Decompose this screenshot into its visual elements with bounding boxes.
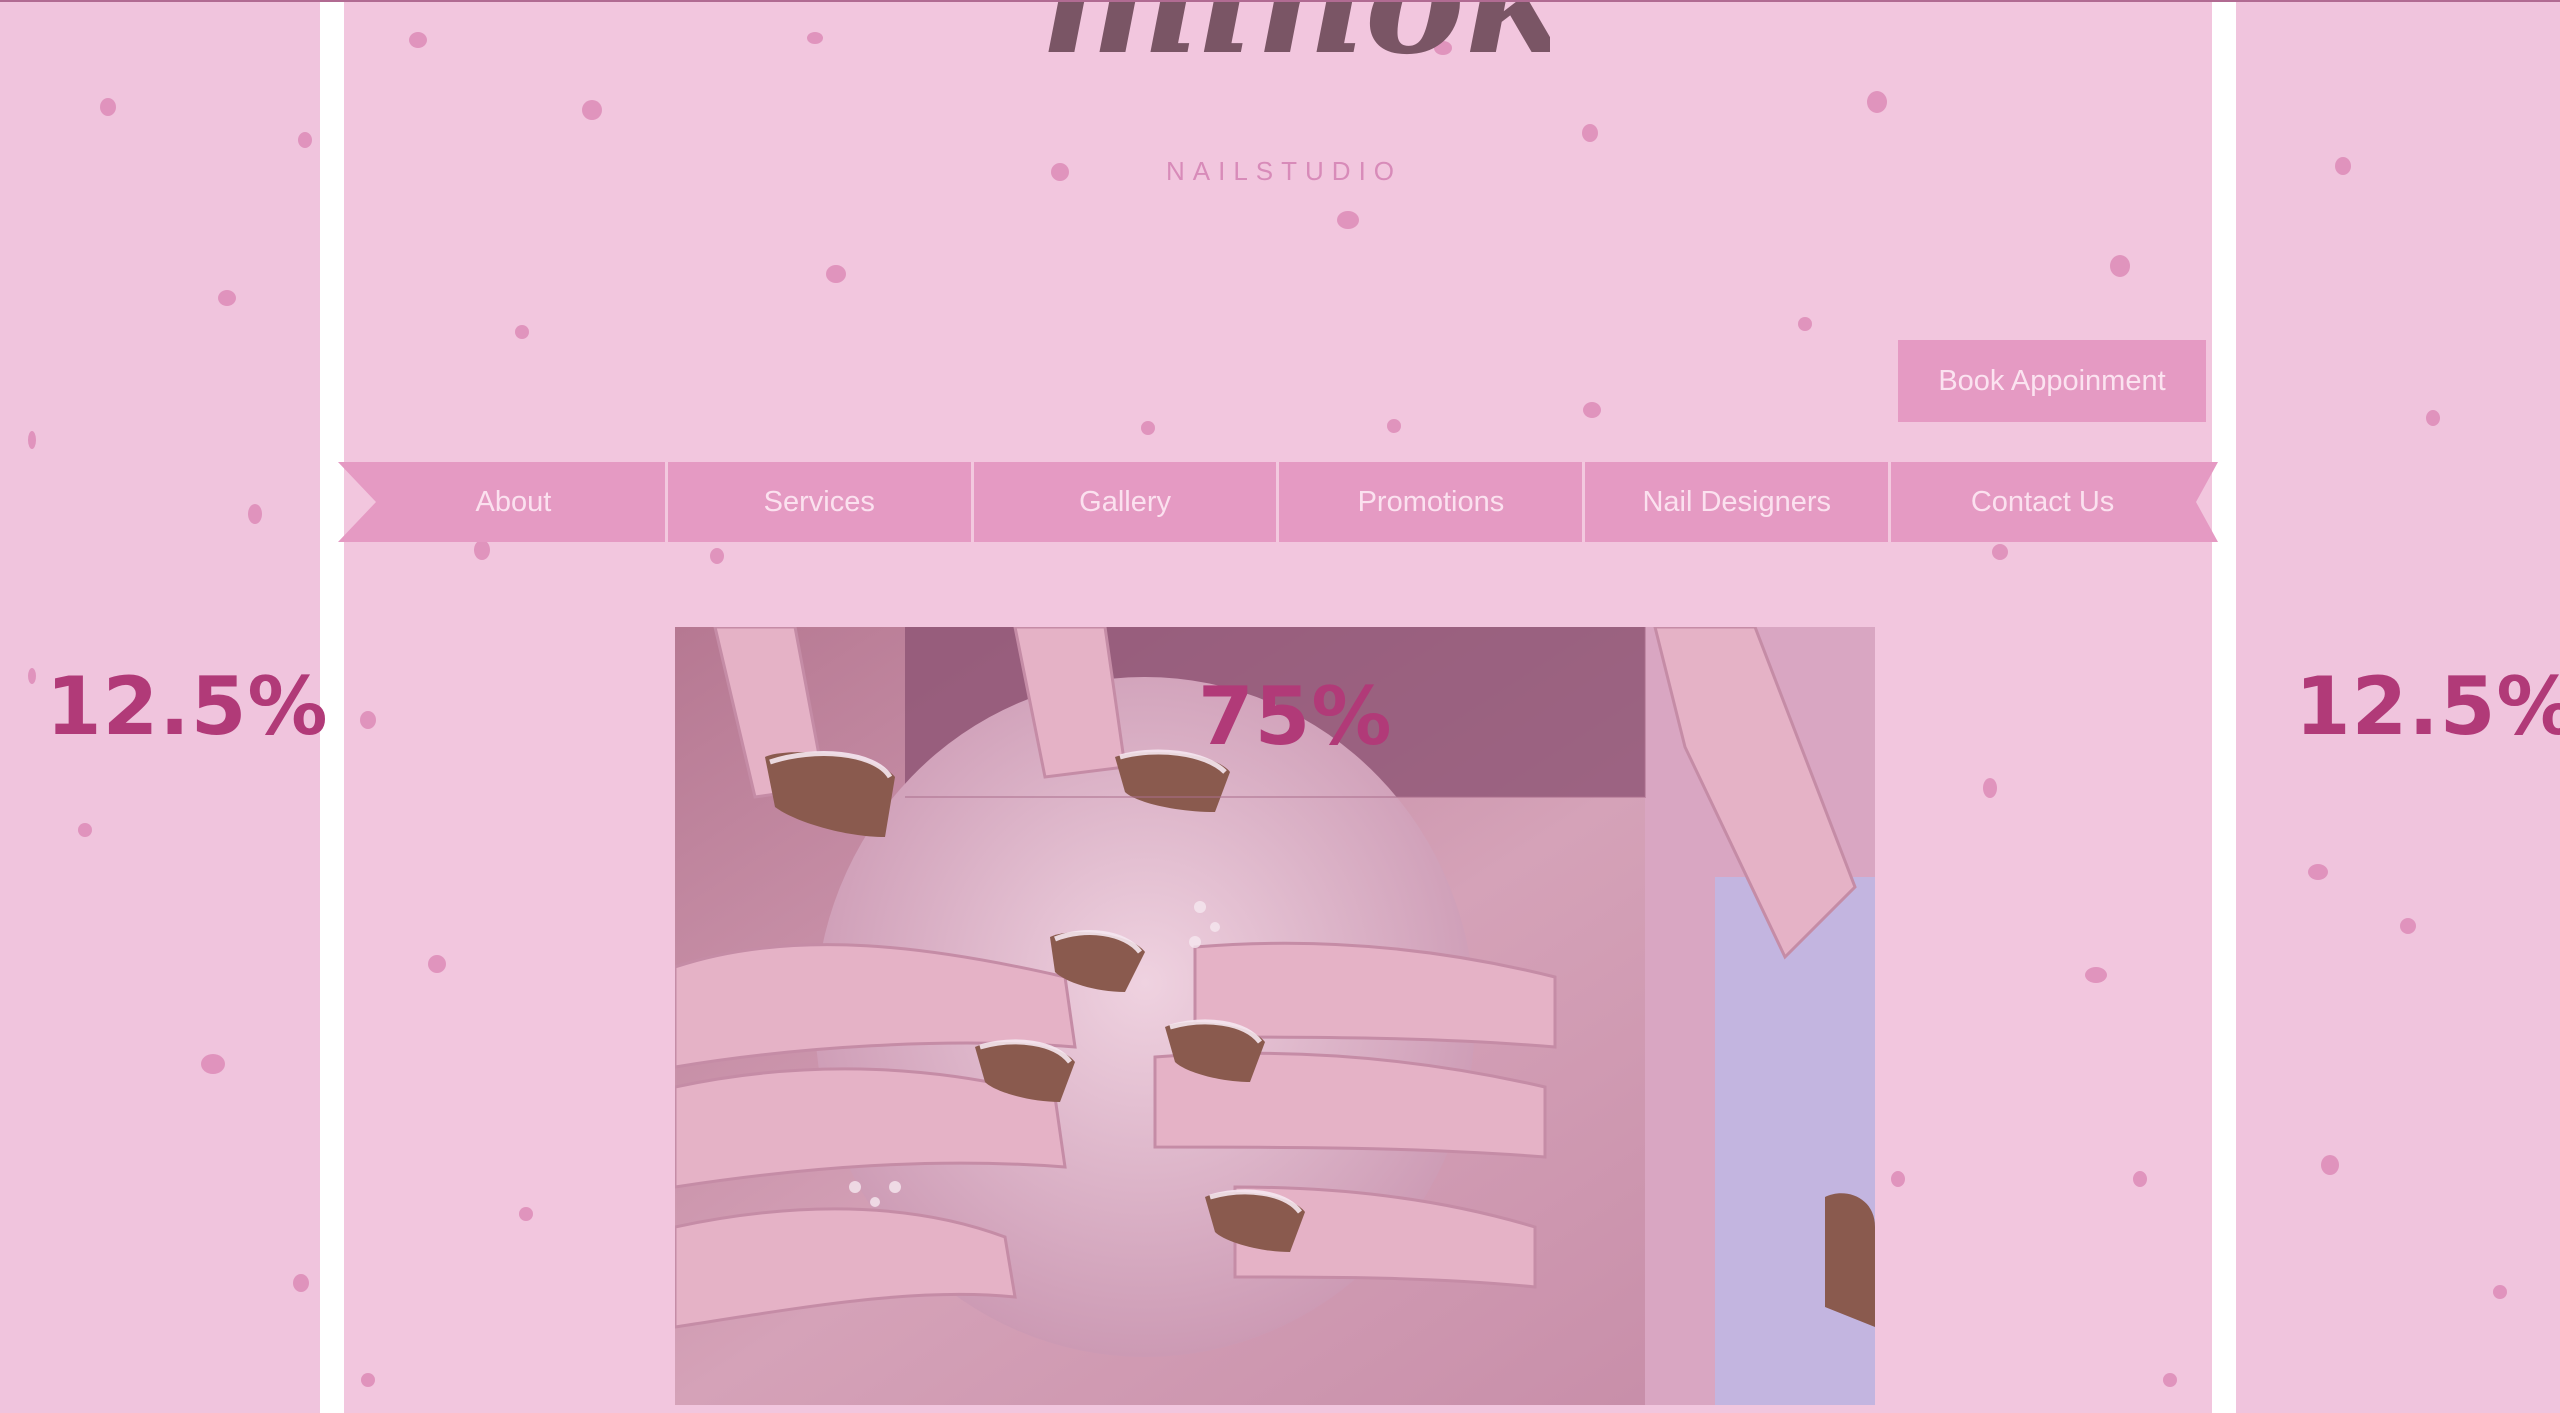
- nav-item-promotions[interactable]: Promotions: [1276, 462, 1582, 542]
- logo-text: minoko: [1040, 0, 1550, 72]
- minoko-logo: minoko: [1040, 0, 1550, 72]
- nav-item-gallery[interactable]: Gallery: [970, 462, 1277, 542]
- nav-item-services[interactable]: Services: [664, 462, 971, 542]
- left-column-width-label: 12.5%: [46, 660, 329, 753]
- right-gutter: [2212, 0, 2236, 1413]
- right-column-width-label: 12.5%: [2295, 660, 2560, 753]
- main-navigation: About Services Gallery Promotions Nail D…: [338, 462, 2218, 542]
- nav-item-contact-us[interactable]: Contact Us: [1888, 462, 2194, 542]
- tagline: NAILSTUDIO: [1166, 156, 1403, 186]
- nav-item-nail-designers[interactable]: Nail Designers: [1582, 462, 1888, 542]
- book-appointment-button[interactable]: Book Appoinment: [1898, 340, 2206, 422]
- nav-item-about[interactable]: About: [362, 462, 665, 542]
- top-border: [0, 0, 2560, 2]
- center-column-width-label: 75%: [1198, 670, 1393, 763]
